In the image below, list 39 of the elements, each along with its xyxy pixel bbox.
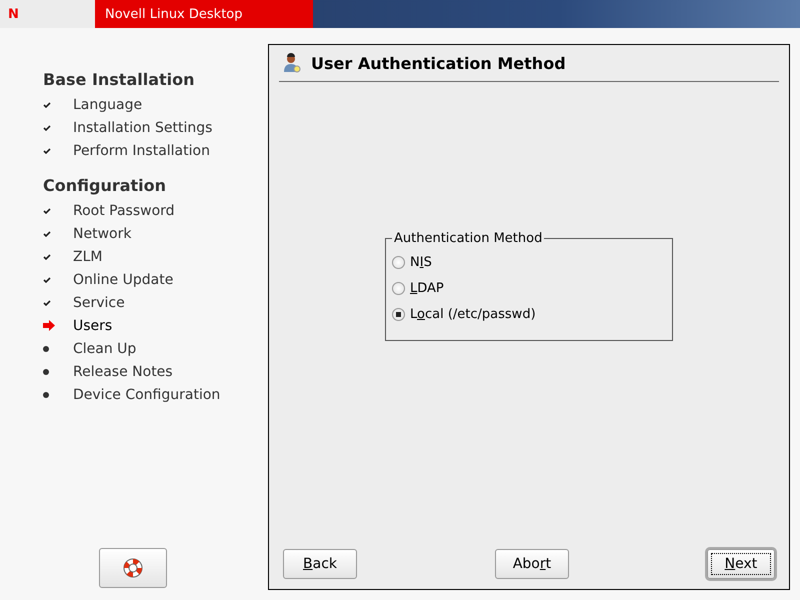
step-label: Service (73, 294, 125, 310)
radio-option[interactable]: LDAP (392, 276, 666, 302)
check-icon (43, 276, 51, 282)
dialog-title: User Authentication Method (311, 54, 566, 72)
bullet-icon (43, 346, 49, 352)
header-title: Novell Linux Desktop (95, 0, 313, 28)
step-label: Root Password (73, 202, 175, 218)
step-label: ZLM (73, 248, 102, 264)
radio-option[interactable]: Local (/etc/passwd) (392, 302, 666, 328)
section-title: Base Installation (43, 70, 196, 89)
step-label: Perform Installation (73, 142, 210, 158)
step-label: Users (73, 318, 112, 334)
step-label: Release Notes (73, 364, 173, 380)
step-label: Device Configuration (73, 386, 220, 402)
dialog-button[interactable]: Next (707, 549, 775, 579)
step-label: Online Update (73, 272, 174, 288)
check-icon (43, 124, 51, 130)
arrow-icon (43, 320, 55, 331)
check-icon (43, 148, 51, 154)
check-icon (43, 300, 51, 306)
check-icon (43, 102, 51, 108)
lifebuoy-icon (121, 556, 145, 580)
check-icon (43, 230, 51, 236)
step-label: Clean Up (73, 340, 136, 356)
step-label: Language (73, 96, 142, 112)
logo: N (8, 6, 19, 22)
help-button[interactable] (99, 548, 167, 588)
radio-option[interactable]: NIS (392, 250, 666, 276)
bullet-icon (43, 392, 49, 398)
user-icon (283, 53, 301, 73)
section-title: Configuration (43, 176, 168, 195)
check-icon (43, 254, 51, 260)
bullet-icon (43, 368, 49, 374)
dialog-button[interactable]: Abort (495, 549, 569, 579)
check-icon (43, 208, 51, 214)
step-label: Network (73, 226, 132, 242)
dialog-button[interactable]: Back (283, 549, 357, 579)
step-label: Installation Settings (73, 120, 212, 136)
group-title: Authentication Method (393, 230, 544, 246)
